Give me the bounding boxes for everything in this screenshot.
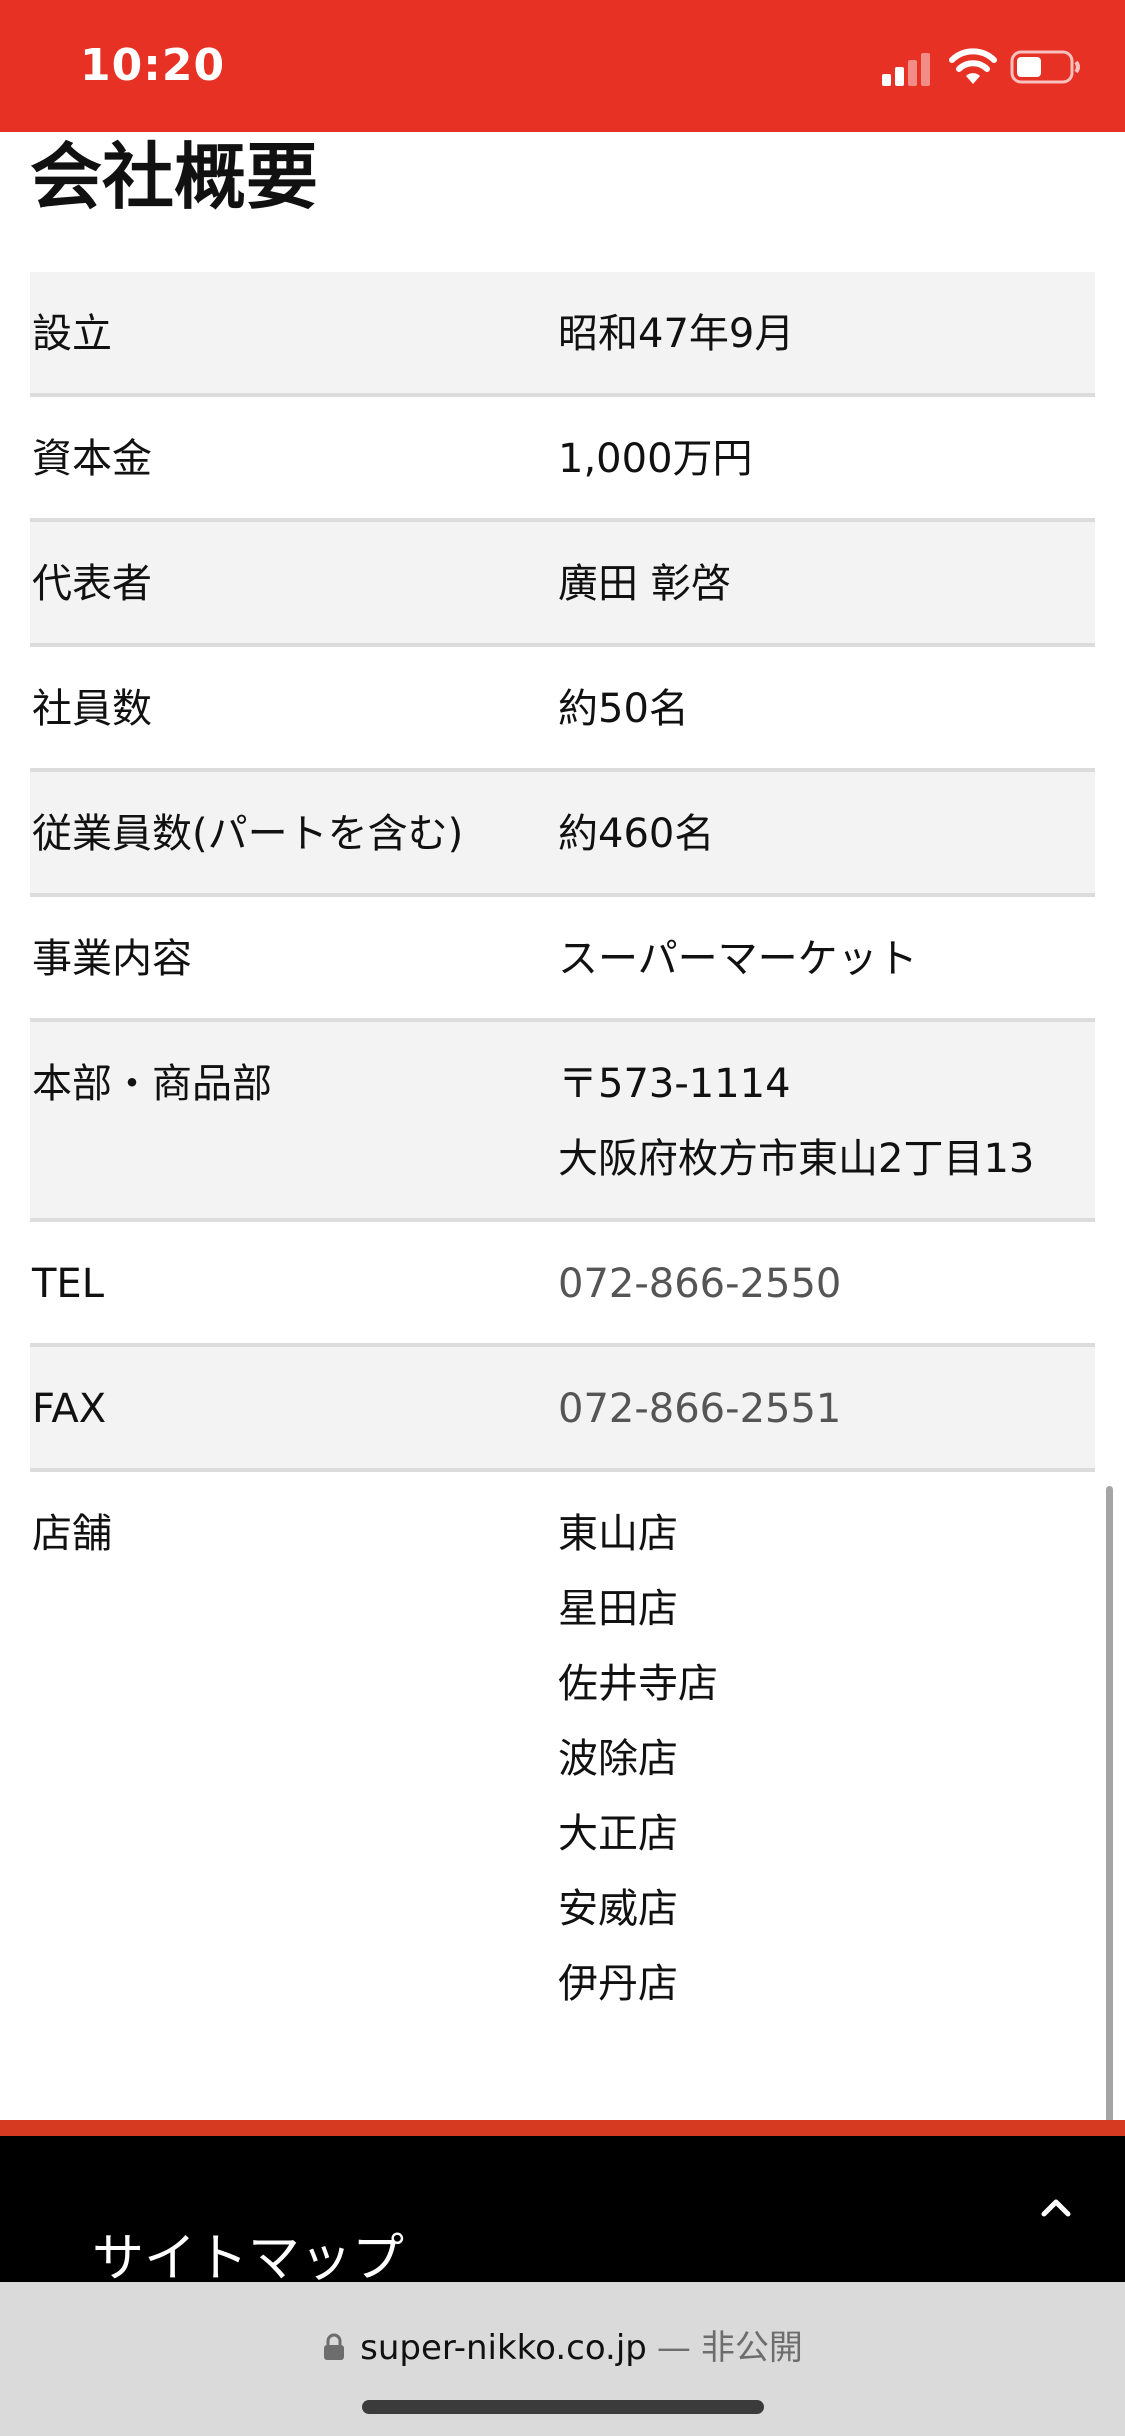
store-name: 安威店 <box>558 1886 678 1932</box>
company-info-table: 設立 昭和47年9月 資本金 1,000万円 代表者 廣田 彰啓 社員数 約50… <box>30 272 1095 2022</box>
row-label: 社員数 <box>30 672 558 768</box>
row-value: 072-866-2550 <box>558 1247 1095 1343</box>
url-separator: — <box>656 2328 691 2368</box>
table-row: 設立 昭和47年9月 <box>30 272 1095 397</box>
row-value: 072-866-2551 <box>558 1372 1095 1468</box>
table-row: 本部・商品部 〒573-1114 大阪府枚方市東山2丁目13 <box>30 1022 1095 1222</box>
footer: サイトマップ <box>0 2136 1125 2289</box>
store-name: 波除店 <box>558 1736 678 1782</box>
browser-address-bar: super-nikko.co.jp — 非公開 <box>0 2282 1125 2436</box>
row-value: 〒573-1114 大阪府枚方市東山2丁目13 <box>558 1047 1095 1218</box>
scrollbar[interactable] <box>1106 1486 1113 2126</box>
row-label: 代表者 <box>30 547 558 643</box>
label-text: 事業内容 <box>32 936 192 982</box>
wifi-icon <box>949 48 997 84</box>
row-label: 事業内容 <box>30 922 558 1018</box>
row-value: 昭和47年9月 <box>558 297 1095 393</box>
label-text: FAX <box>32 1386 107 1432</box>
label-text: 設立 <box>32 311 112 357</box>
store-list: 東山店 星田店 佐井寺店 波除店 大正店 安威店 伊丹店 <box>558 1497 1095 2022</box>
store-name: 東山店 <box>558 1511 678 1557</box>
page-title: 会社概要 <box>30 135 319 219</box>
label-text: 資本金 <box>32 436 152 482</box>
url-privacy-status: 非公開 <box>700 2328 803 2368</box>
value-text: 昭和47年9月 <box>558 311 795 357</box>
row-value: 廣田 彰啓 <box>558 547 1095 643</box>
label-text: 従業員数(パートを含む) <box>32 811 464 857</box>
row-value: スーパーマーケット <box>558 922 1095 1018</box>
value-text: 1,000万円 <box>558 436 753 482</box>
store-name: 伊丹店 <box>558 1961 678 2007</box>
row-label: FAX <box>30 1372 558 1468</box>
label-text: 店舗 <box>32 1511 112 1557</box>
url-domain: super-nikko.co.jp <box>360 2328 647 2368</box>
footer-accent-stripe <box>0 2120 1125 2136</box>
label-text: TEL <box>32 1261 104 1307</box>
value-text: 廣田 彰啓 <box>558 561 731 607</box>
table-row: TEL 072-866-2550 <box>30 1222 1095 1347</box>
table-row: 資本金 1,000万円 <box>30 397 1095 522</box>
row-label: 従業員数(パートを含む) <box>30 797 558 893</box>
table-row: 事業内容 スーパーマーケット <box>30 897 1095 1022</box>
tel-link[interactable]: 072-866-2550 <box>558 1247 1095 1322</box>
row-value: 1,000万円 <box>558 422 1095 518</box>
lock-icon <box>324 2333 345 2360</box>
row-label: 設立 <box>30 297 558 393</box>
table-row: 社員数 約50名 <box>30 647 1095 772</box>
row-label: 資本金 <box>30 422 558 518</box>
value-text: 大阪府枚方市東山2丁目13 <box>558 1136 1035 1182</box>
value-text: 約50名 <box>558 686 689 732</box>
label-text: 代表者 <box>32 561 152 607</box>
label-text: 本部・商品部 <box>32 1061 272 1107</box>
fax-link[interactable]: 072-866-2551 <box>558 1372 1095 1447</box>
home-indicator[interactable] <box>362 2400 764 2414</box>
value-text: 約460名 <box>558 811 715 857</box>
store-name: 大正店 <box>558 1811 678 1857</box>
battery-icon <box>1010 50 1080 84</box>
table-row: 店舗 東山店 星田店 佐井寺店 波除店 大正店 安威店 伊丹店 <box>30 1472 1095 2022</box>
sitemap-title[interactable]: サイトマップ <box>92 2216 404 2291</box>
chevron-up-icon[interactable] <box>1036 2188 1076 2228</box>
table-row: 従業員数(パートを含む) 約460名 <box>30 772 1095 897</box>
value-text: 〒573-1114 <box>558 1061 791 1107</box>
row-value: 約460名 <box>558 797 1095 893</box>
row-label: 本部・商品部 <box>30 1047 558 1218</box>
status-bar: 10:20 <box>0 0 1125 132</box>
value-text: スーパーマーケット <box>558 936 918 982</box>
table-row: 代表者 廣田 彰啓 <box>30 522 1095 647</box>
url-display[interactable]: super-nikko.co.jp — 非公開 <box>0 2320 1125 2369</box>
row-label: 店舗 <box>30 1497 558 2022</box>
store-name: 星田店 <box>558 1586 678 1632</box>
label-text: 社員数 <box>32 686 152 732</box>
table-row: FAX 072-866-2551 <box>30 1347 1095 1472</box>
status-time: 10:20 <box>80 40 226 91</box>
store-name: 佐井寺店 <box>558 1661 718 1707</box>
cellular-signal-icon <box>882 53 930 86</box>
row-value: 約50名 <box>558 672 1095 768</box>
row-label: TEL <box>30 1247 558 1343</box>
